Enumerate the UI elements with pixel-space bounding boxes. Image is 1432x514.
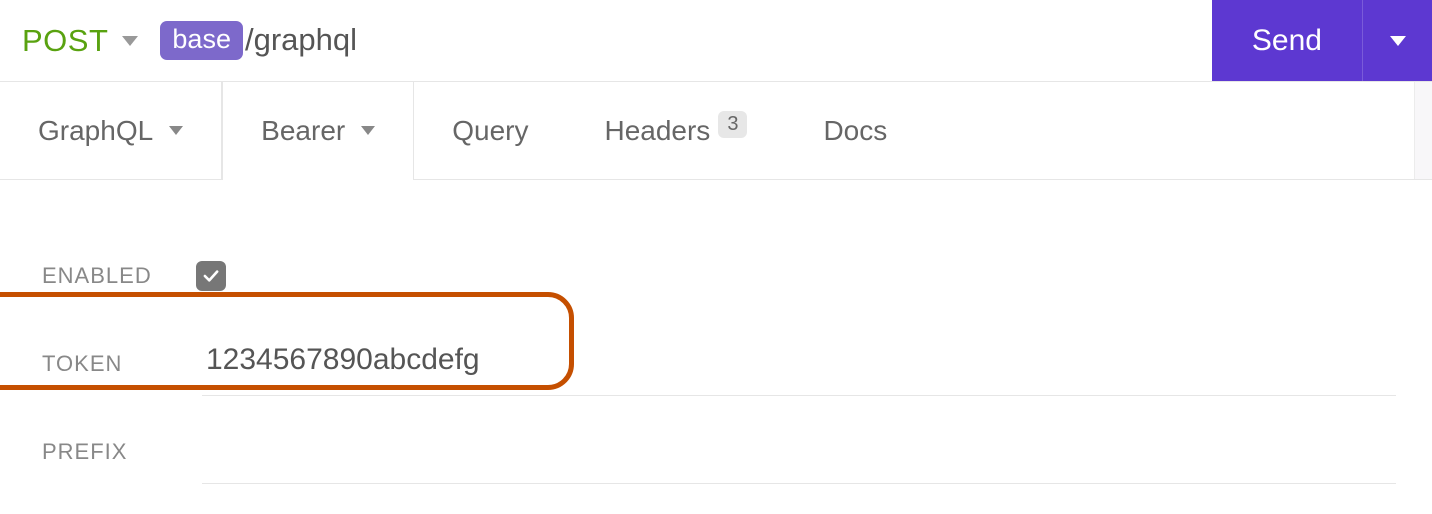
headers-count-badge: 3 bbox=[718, 111, 747, 138]
url-path: /graphql bbox=[245, 22, 357, 58]
tab-label: GraphQL bbox=[38, 115, 153, 147]
request-tabs: GraphQL Bearer Query Headers 3 Docs bbox=[0, 82, 1432, 180]
token-input[interactable] bbox=[202, 333, 1396, 396]
tab-auth-type[interactable]: Bearer bbox=[222, 82, 414, 179]
tab-query[interactable]: Query bbox=[414, 82, 566, 179]
chevron-down-icon bbox=[122, 36, 138, 46]
scrollbar-track[interactable] bbox=[1414, 82, 1432, 179]
auth-prefix-row: PREFIX bbox=[42, 408, 1396, 496]
chevron-down-icon bbox=[361, 126, 375, 135]
send-button[interactable]: Send bbox=[1212, 0, 1362, 81]
url-input[interactable]: base /graphql bbox=[160, 21, 357, 59]
request-bar: POST base /graphql Send bbox=[0, 0, 1432, 82]
token-label: TOKEN bbox=[42, 351, 202, 377]
enabled-checkbox[interactable] bbox=[196, 261, 226, 291]
send-dropdown-button[interactable] bbox=[1362, 0, 1432, 81]
prefix-input[interactable] bbox=[202, 421, 1396, 484]
tab-label: Bearer bbox=[261, 115, 345, 147]
tab-body-type[interactable]: GraphQL bbox=[0, 82, 222, 179]
auth-panel: ENABLED TOKEN PREFIX bbox=[0, 180, 1432, 496]
auth-token-row: TOKEN bbox=[42, 320, 1396, 408]
prefix-label: PREFIX bbox=[42, 439, 202, 465]
tab-docs[interactable]: Docs bbox=[785, 82, 925, 179]
tab-label: Headers bbox=[604, 115, 710, 147]
auth-enabled-row: ENABLED bbox=[42, 232, 1396, 320]
check-icon bbox=[202, 269, 220, 283]
chevron-down-icon bbox=[1390, 36, 1406, 46]
tab-label: Query bbox=[452, 115, 528, 147]
http-method-label: POST bbox=[22, 23, 108, 59]
enabled-label: ENABLED bbox=[42, 263, 202, 289]
chevron-down-icon bbox=[169, 126, 183, 135]
env-variable-pill: base bbox=[160, 21, 243, 59]
tab-headers[interactable]: Headers 3 bbox=[566, 82, 785, 179]
tab-label: Docs bbox=[823, 115, 887, 147]
http-method-dropdown[interactable]: POST bbox=[22, 23, 138, 59]
